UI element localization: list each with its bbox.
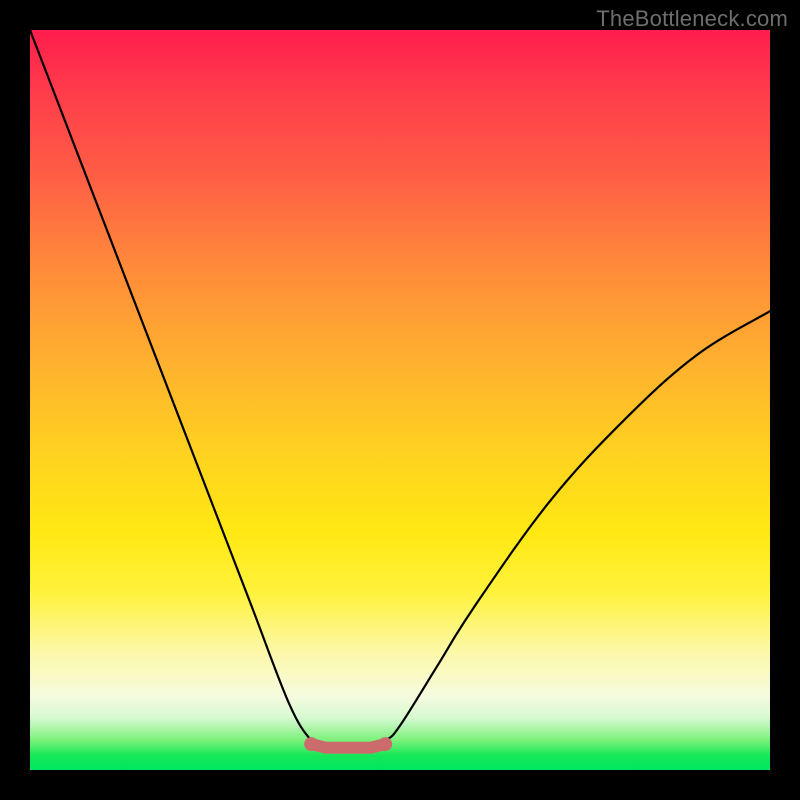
flat-end-dot [378,737,392,751]
bottleneck-curve [30,30,770,748]
plot-area [30,30,770,770]
watermark-text: TheBottleneck.com [596,6,788,32]
chart-frame: TheBottleneck.com [0,0,800,800]
flat-start-dot [304,737,318,751]
optimal-flat-segment [311,744,385,748]
curve-svg [30,30,770,770]
